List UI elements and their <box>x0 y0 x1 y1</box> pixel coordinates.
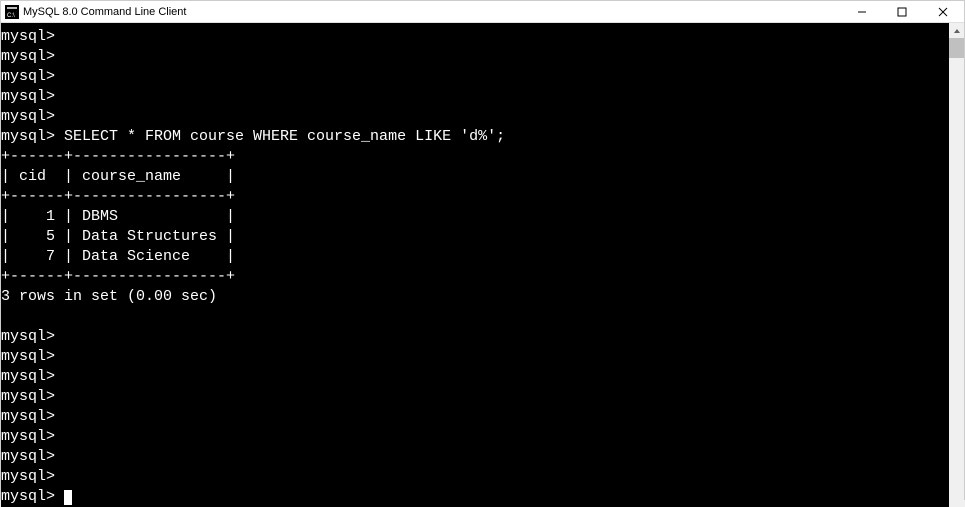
maximize-button[interactable] <box>882 1 922 23</box>
scrollbar-thumb[interactable] <box>949 38 964 58</box>
app-window: C:\ MySQL 8.0 Command Line Client mysql>… <box>0 0 965 500</box>
window-title: MySQL 8.0 Command Line Client <box>23 6 842 18</box>
close-button[interactable] <box>922 1 964 23</box>
app-icon: C:\ <box>5 5 19 19</box>
svg-text:C:\: C:\ <box>7 13 15 19</box>
terminal[interactable]: mysql> mysql> mysql> mysql> mysql> mysql… <box>1 23 949 507</box>
scrollbar[interactable] <box>949 23 964 507</box>
minimize-button[interactable] <box>842 1 882 23</box>
window-controls <box>842 1 964 22</box>
cursor <box>64 490 72 505</box>
scrollbar-up-button[interactable] <box>949 23 964 38</box>
titlebar: C:\ MySQL 8.0 Command Line Client <box>1 1 964 23</box>
terminal-container: mysql> mysql> mysql> mysql> mysql> mysql… <box>1 23 964 507</box>
